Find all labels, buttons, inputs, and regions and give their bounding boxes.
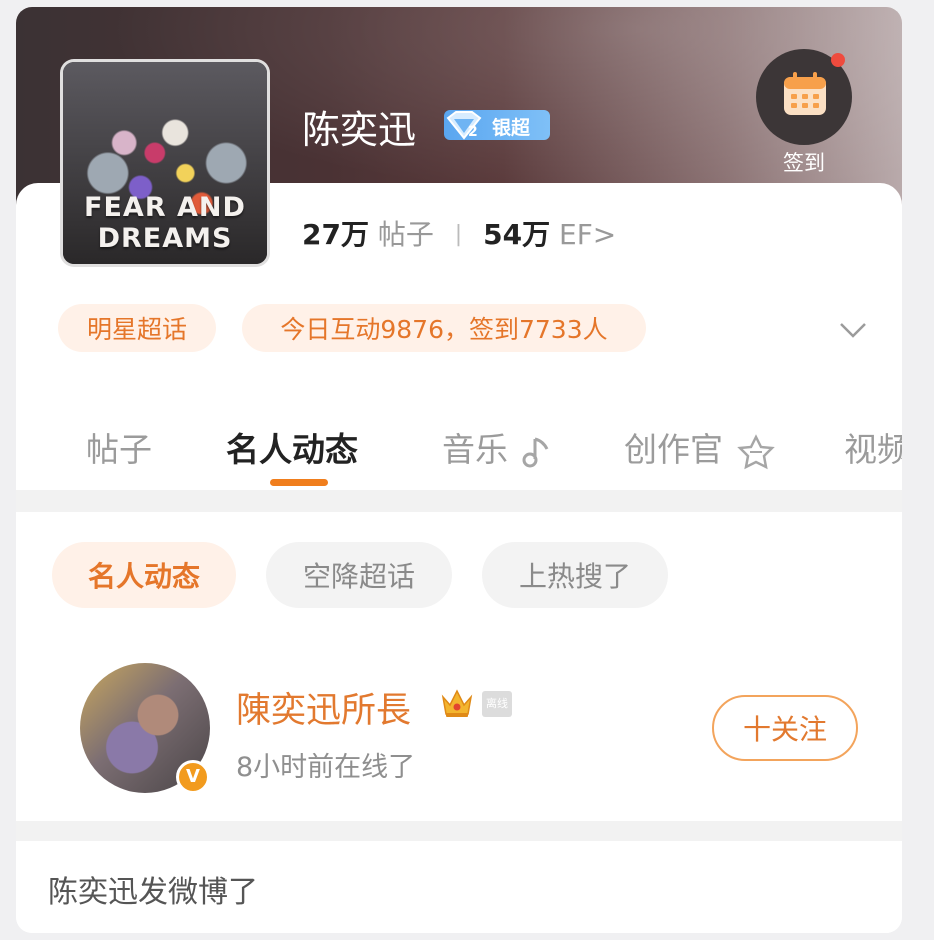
- chevron-down-icon[interactable]: [838, 319, 868, 341]
- creator-star-icon: [736, 433, 775, 469]
- online-status: 8小时前在线了: [236, 752, 416, 783]
- tab-video[interactable]: 视频: [844, 423, 902, 471]
- ef-label[interactable]: EF>: [559, 218, 616, 251]
- category-tag[interactable]: 明星超话: [58, 304, 216, 352]
- tab-creator[interactable]: 创作官: [624, 423, 776, 471]
- supertopic-card: 陈奕迅 2 银超 签到 FEAR AND DREAMS 27万 帖子 | 54万…: [16, 7, 902, 933]
- tab-music-label: 音乐: [442, 430, 508, 469]
- posts-label: 帖子: [377, 218, 434, 251]
- diamond-icon: 2: [446, 111, 482, 140]
- music-note-icon: [522, 437, 548, 467]
- tab-creator-label: 创作官: [624, 430, 723, 469]
- section-divider: [16, 821, 902, 841]
- checkin-label[interactable]: 签到: [772, 147, 836, 177]
- page-title: 陈奕迅: [302, 108, 417, 152]
- offline-tag: 离线: [482, 691, 512, 717]
- tab-celebrity-news[interactable]: 名人动态: [226, 423, 358, 471]
- section-divider: [16, 490, 902, 512]
- tab-posts[interactable]: 帖子: [86, 423, 152, 471]
- notification-dot: [831, 53, 845, 67]
- cover-title: FEAR AND DREAMS: [84, 192, 246, 254]
- celebrity-name[interactable]: 陳奕迅所長: [236, 682, 411, 733]
- level-badge[interactable]: 2 银超: [444, 110, 550, 140]
- level-number: 2: [468, 124, 478, 140]
- active-tab-indicator: [270, 479, 328, 486]
- activity-tag[interactable]: 今日互动9876，签到7733人: [242, 304, 646, 352]
- verified-badge: V: [176, 760, 210, 794]
- crown-icon: [441, 689, 473, 717]
- subtab-celebrity-news[interactable]: 名人动态: [52, 542, 236, 608]
- stats-row: 27万 帖子 | 54万 EF>: [302, 213, 616, 253]
- supertopic-cover[interactable]: FEAR AND DREAMS: [60, 59, 270, 267]
- stats-separator: |: [454, 222, 463, 247]
- tab-music[interactable]: 音乐: [442, 423, 551, 471]
- calendar-icon: [784, 72, 826, 115]
- post-summary[interactable]: 陈奕迅发微博了: [48, 867, 258, 911]
- follow-button[interactable]: 十关注: [712, 695, 858, 761]
- subtab-trending[interactable]: 上热搜了: [482, 542, 668, 608]
- ef-count[interactable]: 54万: [483, 218, 550, 251]
- posts-count: 27万: [302, 218, 369, 251]
- subtab-airdrop[interactable]: 空降超话: [266, 542, 452, 608]
- level-badge-label: 银超: [492, 117, 531, 139]
